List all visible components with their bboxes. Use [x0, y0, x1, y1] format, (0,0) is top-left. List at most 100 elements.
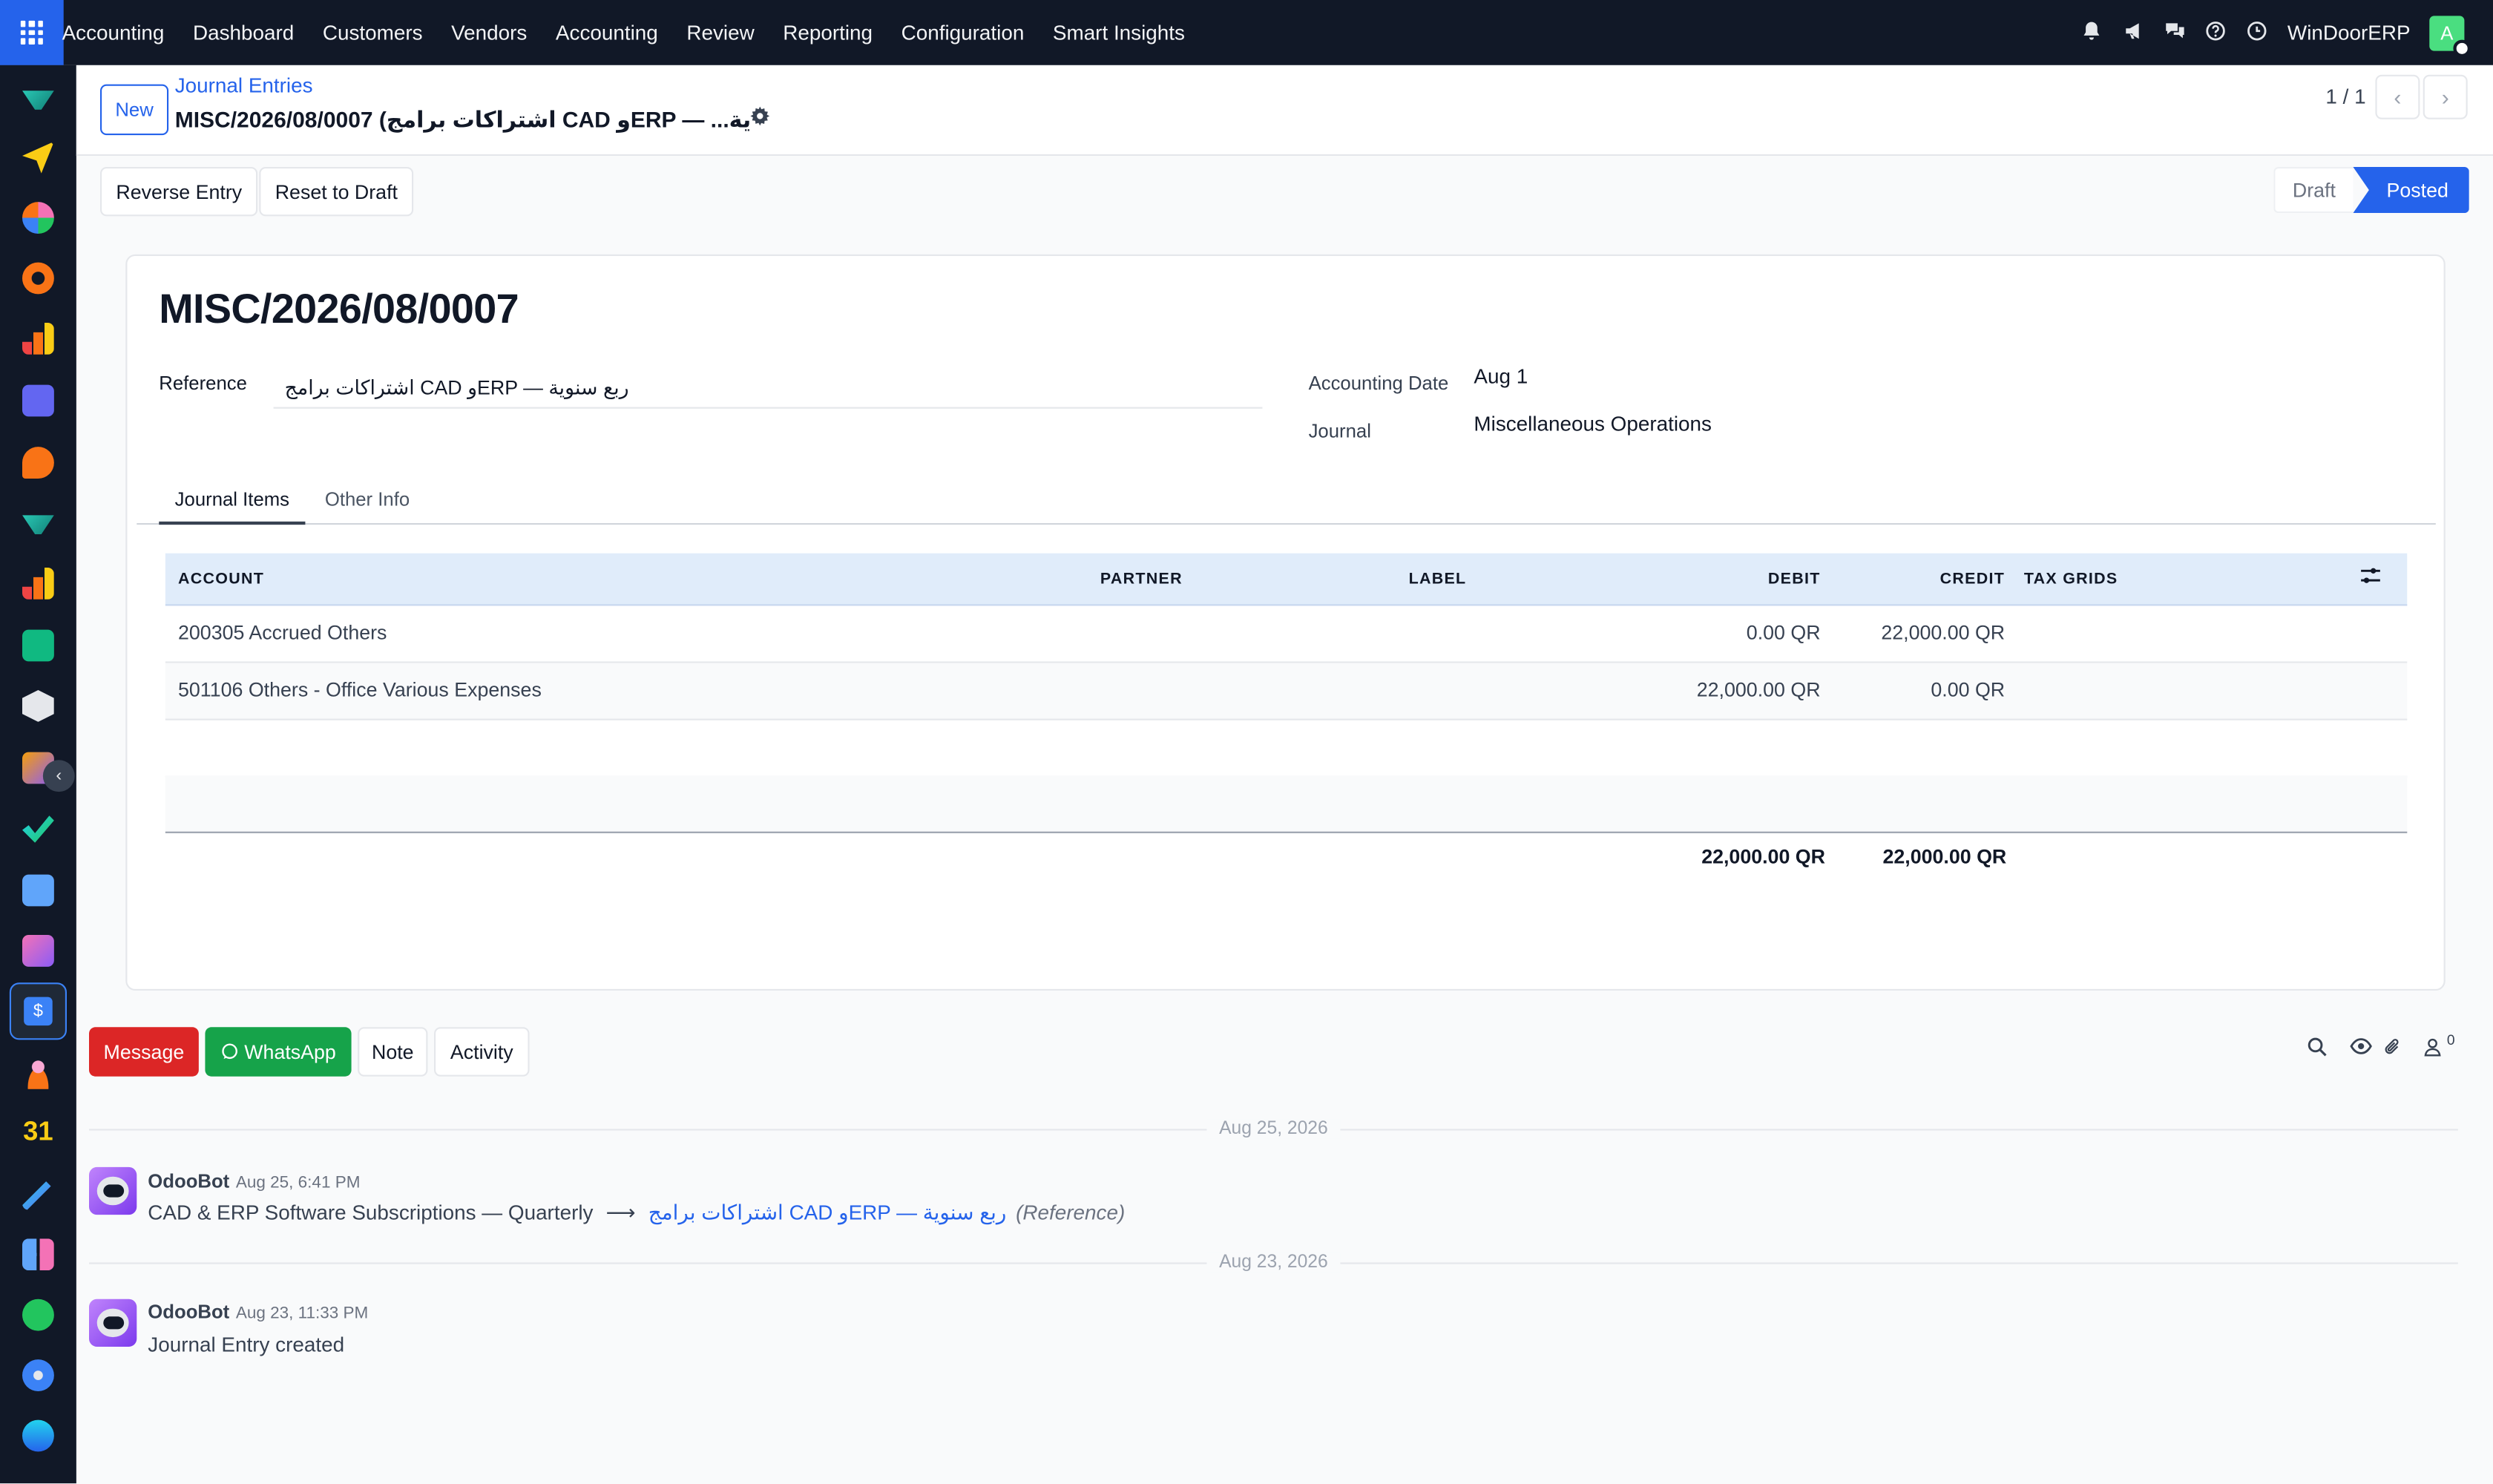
activity-button[interactable]: Activity — [434, 1027, 530, 1077]
col-debit[interactable]: DEBIT — [1660, 554, 1820, 606]
new-button[interactable]: New — [100, 84, 169, 136]
journal-field[interactable]: Miscellaneous Operations — [1474, 412, 1712, 436]
app-icon-bars[interactable] — [22, 323, 54, 355]
accounting-date-label: Accounting Date — [1308, 372, 1449, 395]
nav-brand[interactable]: Accounting — [62, 0, 179, 65]
arrow-right-icon: ⟶ — [605, 1200, 636, 1224]
pager-previous-button[interactable]: ‹ — [2375, 74, 2420, 119]
message-body: CAD & ERP Software Subscriptions — Quart… — [148, 1201, 1125, 1226]
app-icon-cube[interactable] — [22, 690, 54, 722]
app-icon-send[interactable] — [22, 141, 54, 174]
app-icon-people[interactable] — [22, 1057, 54, 1089]
pager-value[interactable]: 1 / 1 — [2325, 85, 2365, 108]
col-account[interactable]: ACCOUNT — [178, 554, 264, 606]
user-avatar[interactable]: A — [2429, 15, 2471, 57]
nav-customers[interactable]: Customers — [309, 0, 437, 65]
col-tax-grids[interactable]: TAX GRIDS — [2024, 554, 2118, 606]
app-icon-wave[interactable] — [22, 1419, 54, 1452]
table-row[interactable]: 501106 Others - Office Various Expenses … — [165, 663, 2408, 720]
nav-dashboard[interactable]: Dashboard — [179, 0, 309, 65]
app-icon-pen[interactable] — [22, 1181, 51, 1210]
col-credit[interactable]: CREDIT — [1843, 554, 2006, 606]
nav-review[interactable]: Review — [672, 0, 769, 65]
bell-icon[interactable] — [2072, 20, 2113, 45]
app-icon-bars-2[interactable] — [22, 568, 54, 600]
date-separator: Aug 23, 2026 — [89, 1251, 2458, 1273]
message-author[interactable]: OdooBot Aug 23, 11:33 PM — [148, 1301, 368, 1323]
message-author[interactable]: OdooBot Aug 25, 6:41 PM — [148, 1170, 360, 1192]
clock-icon[interactable] — [2236, 20, 2278, 45]
nav-accounting[interactable]: Accounting — [542, 0, 672, 65]
app-icon-check[interactable] — [22, 815, 54, 843]
table-row[interactable]: 200305 Accrued Others 0.00 QR 22,000.00 … — [165, 605, 2408, 663]
send-message-button[interactable]: Message — [89, 1027, 199, 1077]
author-name: OdooBot — [148, 1300, 230, 1323]
help-icon[interactable] — [2195, 20, 2237, 45]
gear-icon[interactable] — [750, 106, 770, 131]
app-icon-dashboard[interactable] — [22, 1238, 54, 1271]
app-icon-2[interactable] — [22, 515, 54, 534]
user-initial: A — [2440, 21, 2454, 44]
followers-icon[interactable] — [2423, 1037, 2443, 1062]
record-title: MISC/2026/08/0007 (اشتراكات برامج CAD وE… — [174, 106, 752, 132]
message-body: Journal Entry created — [148, 1332, 345, 1356]
column-settings-icon[interactable] — [2359, 566, 2385, 591]
chevron-right-icon: › — [2441, 84, 2449, 110]
table-header: ACCOUNT PARTNER LABEL DEBIT CREDIT TAX G… — [165, 553, 2408, 606]
app-icon-compass[interactable] — [22, 1359, 54, 1391]
eye-icon[interactable] — [2350, 1037, 2372, 1060]
app-icon-m[interactable] — [22, 384, 54, 417]
odoobot-avatar — [89, 1166, 137, 1215]
whatsapp-button[interactable]: WhatsApp — [205, 1027, 352, 1077]
row-credit: 0.00 QR — [1931, 679, 2006, 701]
reference-input[interactable]: اشتراكات برامج CAD وERP — ربع سنوية — [273, 367, 1263, 409]
apps-menu-button[interactable] — [0, 0, 64, 65]
stage-posted[interactable]: Posted — [2353, 167, 2469, 214]
nav-configuration[interactable]: Configuration — [887, 0, 1038, 65]
row-account: 200305 Accrued Others — [178, 621, 387, 644]
col-partner[interactable]: PARTNER — [1100, 554, 1183, 606]
chat-icon[interactable] — [2154, 20, 2195, 45]
app-icon-book[interactable] — [22, 874, 54, 907]
app-icon-1[interactable] — [22, 91, 54, 110]
app-icon-box[interactable] — [22, 935, 54, 967]
table-footer-totals: 22,000.00 QR 22,000.00 QR — [165, 831, 2408, 886]
search-icon[interactable] — [2307, 1037, 2328, 1062]
tab-journal-items[interactable]: Journal Items — [159, 479, 306, 525]
megaphone-icon[interactable] — [2112, 20, 2154, 45]
log-note-button[interactable]: Note — [358, 1027, 428, 1077]
empty-row[interactable] — [165, 720, 2408, 778]
new-value: اشتراكات برامج CAD وERP — ربع سنوية — [648, 1200, 1007, 1224]
status-dot-icon — [2453, 39, 2471, 57]
nav-reporting[interactable]: Reporting — [769, 0, 887, 65]
control-panel: New Journal Entries MISC/2026/08/0007 (ا… — [76, 65, 2493, 156]
app-icon-accounting-active[interactable]: $ — [9, 982, 68, 1040]
accounting-date-field[interactable]: Aug 1 — [1474, 364, 1528, 388]
row-credit: 22,000.00 QR — [1881, 621, 2006, 644]
breadcrumb-journal-entries[interactable]: Journal Entries — [175, 73, 313, 97]
app-icon-contact[interactable] — [22, 629, 54, 662]
stage-draft[interactable]: Draft — [2273, 167, 2354, 214]
apps-grid-icon — [20, 21, 44, 45]
nav-smart-insights[interactable]: Smart Insights — [1039, 0, 1200, 65]
empty-row[interactable] — [165, 775, 2408, 833]
app-icon-ring[interactable] — [22, 262, 54, 295]
calendar-31-icon[interactable]: 31 — [22, 1116, 54, 1148]
sidebar-collapse-button[interactable]: ‹ — [42, 760, 75, 792]
nav-vendors[interactable]: Vendors — [437, 0, 542, 65]
row-debit: 22,000.00 QR — [1696, 679, 1821, 701]
row-debit: 0.00 QR — [1746, 621, 1821, 644]
author-name: OdooBot — [148, 1170, 230, 1193]
col-label[interactable]: LABEL — [1409, 554, 1467, 606]
whatsapp-app-icon[interactable] — [22, 1298, 54, 1331]
company-switcher[interactable]: WinDoorERP — [2287, 21, 2411, 45]
pager-next-button[interactable]: › — [2423, 74, 2468, 119]
app-icon-chat[interactable] — [22, 447, 54, 479]
app-icon-pie[interactable] — [22, 202, 54, 234]
paperclip-icon[interactable] — [2383, 1037, 2402, 1062]
tab-other-info[interactable]: Other Info — [312, 479, 423, 525]
whatsapp-label: WhatsApp — [244, 1040, 336, 1063]
reset-to-draft-button[interactable]: Reset to Draft — [259, 167, 414, 217]
status-bar: Reverse Entry Reset to Draft Draft Poste… — [76, 156, 2493, 229]
reverse-entry-button[interactable]: Reverse Entry — [100, 167, 258, 217]
